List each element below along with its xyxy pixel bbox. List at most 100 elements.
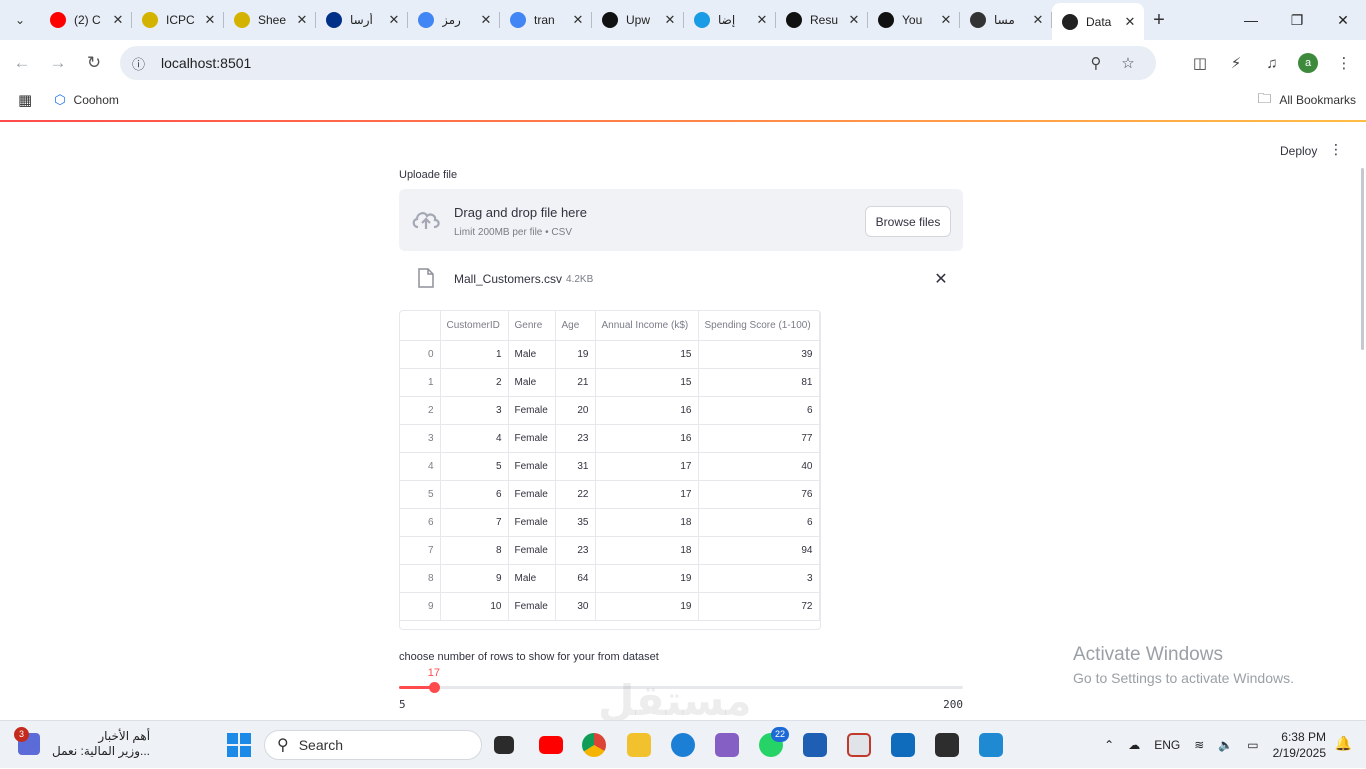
zoom-icon[interactable]: ⚲	[1080, 54, 1112, 72]
row-index[interactable]: 9	[400, 592, 441, 621]
news-widget[interactable]: 3 أهم الأخبار وزير المالية: نعمل...	[14, 727, 150, 759]
extensions-icon[interactable]: ◫	[1182, 54, 1218, 72]
browser-tab[interactable]: Upw ✕	[592, 3, 684, 37]
bookmark-star-icon[interactable]: ☆	[1112, 54, 1144, 72]
tab-close-icon[interactable]: ✕	[846, 12, 862, 28]
table-cell[interactable]: 17	[595, 480, 699, 509]
table-cell[interactable]: Female	[508, 508, 556, 537]
task-view-icon[interactable]	[494, 736, 514, 754]
forward-arrow-icon[interactable]: →	[40, 45, 76, 81]
table-cell[interactable]: Male	[508, 340, 556, 369]
table-cell[interactable]: 5	[440, 452, 509, 481]
file-dropzone[interactable]: Drag and drop file here Limit 200MB per …	[399, 189, 963, 251]
battery-icon[interactable]: ▭	[1247, 738, 1258, 752]
table-cell[interactable]: 22	[555, 480, 596, 509]
url-text[interactable]: localhost:8501	[161, 55, 1080, 71]
tab-close-icon[interactable]: ✕	[662, 12, 678, 28]
tray-overflow-chevron-icon[interactable]: ⌃	[1104, 738, 1114, 752]
table-cell[interactable]: Female	[508, 396, 556, 425]
browser-tab[interactable]: Shee ✕	[224, 3, 316, 37]
table-cell[interactable]: 39	[698, 340, 820, 369]
browser-tab[interactable]: You ✕	[868, 3, 960, 37]
table-cell[interactable]: Female	[508, 424, 556, 453]
tab-close-icon[interactable]: ✕	[478, 12, 494, 28]
table-cell[interactable]: 3	[440, 396, 509, 425]
browser-tab[interactable]: tran ✕	[500, 3, 592, 37]
row-index[interactable]: 5	[400, 480, 441, 509]
table-cell[interactable]: 15	[595, 368, 699, 397]
remove-file-icon[interactable]: ✕	[933, 269, 949, 289]
table-cell[interactable]: 4	[440, 424, 509, 453]
table-cell[interactable]: 2	[440, 368, 509, 397]
tab-close-icon[interactable]: ✕	[1122, 14, 1138, 30]
table-cell[interactable]: 16	[595, 424, 699, 453]
back-arrow-icon[interactable]: ←	[4, 45, 40, 81]
dataframe[interactable]: CustomerID Genre Age Annual Income (k$) Spen…	[399, 310, 821, 630]
table-cell[interactable]: 30	[555, 592, 596, 621]
visual-studio-icon[interactable]	[715, 733, 739, 757]
row-index[interactable]: 4	[400, 452, 441, 481]
row-index[interactable]: 2	[400, 396, 441, 425]
table-cell[interactable]: 20	[555, 396, 596, 425]
table-cell[interactable]: 19	[595, 564, 699, 593]
address-bar[interactable]: ⓘ localhost:8501 ⚲ ☆	[120, 46, 1156, 80]
restore-icon[interactable]: ❐	[1274, 0, 1320, 40]
table-cell[interactable]: 18	[595, 536, 699, 565]
table-cell[interactable]: 72	[698, 592, 820, 621]
row-index[interactable]: 0	[400, 340, 441, 369]
tab-close-icon[interactable]: ✕	[938, 12, 954, 28]
page-scrollbar[interactable]	[1361, 168, 1364, 350]
outlook-app-icon[interactable]	[891, 733, 915, 757]
notification-bell-icon[interactable]: 🔔	[1335, 735, 1352, 752]
browser-tab[interactable]: رمز ✕	[408, 3, 500, 37]
table-cell[interactable]: 81	[698, 368, 820, 397]
performance-icon[interactable]: ⚡	[1218, 54, 1254, 72]
bookmark-coohom[interactable]: Coohom	[74, 93, 119, 107]
table-cell[interactable]: 40	[698, 452, 820, 481]
table-cell[interactable]: 3	[698, 564, 820, 593]
minimize-icon[interactable]: —	[1228, 0, 1274, 40]
table-cell[interactable]: 76	[698, 480, 820, 509]
vscode-app-icon[interactable]	[979, 733, 1003, 757]
table-cell[interactable]: 31	[555, 452, 596, 481]
table-cell[interactable]: 64	[555, 564, 596, 593]
terminal-app-icon[interactable]	[935, 733, 959, 757]
table-cell[interactable]: 19	[595, 592, 699, 621]
table-cell[interactable]: 23	[555, 424, 596, 453]
tab-close-icon[interactable]: ✕	[754, 12, 770, 28]
reload-icon[interactable]: ↻	[76, 45, 112, 81]
row-index[interactable]: 7	[400, 536, 441, 565]
column-header[interactable]: Age	[555, 311, 596, 341]
browse-files-button[interactable]: Browse files	[865, 206, 951, 237]
file-explorer-icon[interactable]	[627, 733, 651, 757]
table-cell[interactable]: 19	[555, 340, 596, 369]
browser-tab[interactable]: Data ✕	[1052, 3, 1144, 40]
table-cell[interactable]: 21	[555, 368, 596, 397]
table-cell[interactable]: Female	[508, 536, 556, 565]
table-cell[interactable]: Female	[508, 480, 556, 509]
browser-tab[interactable]: مسا ✕	[960, 3, 1052, 37]
snipping-tool-icon[interactable]	[847, 733, 871, 757]
apps-grid-icon[interactable]: ▦	[18, 91, 32, 109]
row-index[interactable]: 1	[400, 368, 441, 397]
table-cell[interactable]: 35	[555, 508, 596, 537]
chrome-menu-icon[interactable]: ⋮	[1326, 54, 1362, 72]
table-cell[interactable]: Male	[508, 368, 556, 397]
volume-icon[interactable]: 🔈	[1218, 738, 1233, 752]
tab-close-icon[interactable]: ✕	[202, 12, 218, 28]
table-cell[interactable]: 94	[698, 536, 820, 565]
table-cell[interactable]: 9	[440, 564, 509, 593]
row-index[interactable]: 3	[400, 424, 441, 453]
table-cell[interactable]: Female	[508, 592, 556, 621]
tab-close-icon[interactable]: ✕	[294, 12, 310, 28]
table-cell[interactable]: 18	[595, 508, 699, 537]
browser-tab[interactable]: Resu ✕	[776, 3, 868, 37]
browser-tab[interactable]: إضا ✕	[684, 3, 776, 37]
table-cell[interactable]: Male	[508, 564, 556, 593]
chrome-app-icon[interactable]	[582, 733, 606, 757]
store-app-icon[interactable]	[803, 733, 827, 757]
table-cell[interactable]: Female	[508, 452, 556, 481]
browser-tab[interactable]: أرسا ✕	[316, 3, 408, 37]
table-cell[interactable]: 6	[698, 396, 820, 425]
column-header[interactable]: CustomerID	[440, 311, 509, 341]
